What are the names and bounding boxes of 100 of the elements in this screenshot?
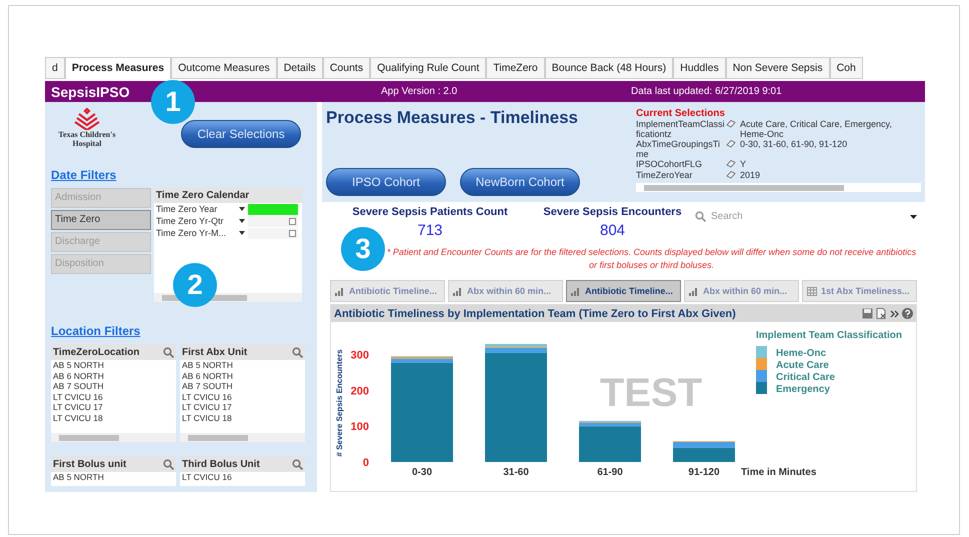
- legend-title: Implement Team Classification: [756, 330, 902, 341]
- tab[interactable]: Huddles: [673, 57, 726, 79]
- count-value: 713: [417, 222, 443, 239]
- selection-value: Y: [740, 159, 748, 170]
- logo-icon: [74, 108, 100, 130]
- cohort-button[interactable]: NewBorn Cohort: [460, 168, 580, 196]
- tab[interactable]: Bounce Back (48 Hours): [544, 57, 674, 79]
- category-label: 61-90: [597, 467, 623, 478]
- search-icon[interactable]: [292, 458, 303, 470]
- location-filters-link[interactable]: Location Filters: [51, 324, 311, 338]
- list-title: First Bolus unit: [53, 458, 126, 470]
- app-title: SepsisIPSO: [51, 84, 131, 100]
- clear-icon[interactable]: [876, 308, 887, 319]
- eraser-icon[interactable]: [726, 139, 736, 148]
- calendar-label: Time Zero Year: [155, 204, 218, 214]
- tick-label: 200: [350, 385, 369, 398]
- axis-title: Time in Minutes: [741, 467, 816, 478]
- chart-title: Antibiotic Timeliness by Implementation Team (Time Zero to First Abx Given): [334, 308, 736, 320]
- tab[interactable]: Outcome Measures: [171, 57, 277, 79]
- list-item[interactable]: LT CVICU 17: [180, 402, 305, 412]
- tab[interactable]: Coh: [830, 57, 863, 79]
- tab[interactable]: TimeZero: [486, 57, 545, 79]
- list-item[interactable]: AB 7 SOUTH: [51, 381, 176, 392]
- scrollbar[interactable]: [51, 433, 176, 442]
- tab[interactable]: Counts: [322, 57, 370, 79]
- legend-label: Critical Care: [776, 372, 835, 383]
- search-icon[interactable]: [292, 346, 303, 358]
- tick-label: 100: [350, 421, 369, 434]
- last-updated: Data last updated: 6/27/2019 9:01: [631, 86, 782, 97]
- tab[interactable]: d: [45, 57, 65, 79]
- list-title: First Abx Unit: [182, 346, 248, 358]
- help-icon[interactable]: [902, 308, 913, 319]
- note-text: * Patient and Encounter Counts are for the filtered selections. Counts displayed below will differ when some do not receive antibiotics or first boluses or third boluses.: [386, 246, 918, 272]
- calendar-title: Time Zero Calendar: [154, 188, 302, 204]
- selections-title: Current Selections: [636, 108, 726, 119]
- legend-label: Heme-Onc: [776, 348, 826, 359]
- list-item[interactable]: AB 5 NORTH: [51, 360, 176, 370]
- dropdown-icon[interactable]: [239, 219, 245, 224]
- filter-option[interactable]: Time Zero: [51, 210, 151, 230]
- bar-chart-icon: [335, 286, 345, 296]
- tick-label: 300: [350, 350, 369, 362]
- app-version: App Version : 2.0: [381, 86, 458, 97]
- bar-chart-icon: [689, 286, 699, 296]
- list-item[interactable]: LT CVICU 17: [51, 402, 176, 412]
- search-field[interactable]: Search: [709, 210, 907, 223]
- bar-chart-icon: [571, 286, 581, 296]
- dropdown-icon[interactable]: [239, 207, 245, 212]
- count-label: Severe Sepsis Encounters: [543, 206, 682, 218]
- chart-tab[interactable]: Antibiotic Timeline...: [566, 280, 681, 302]
- tab[interactable]: Details: [276, 57, 323, 79]
- selection-field: AbxTimeGroupingsTime: [636, 139, 726, 159]
- date-filters-link[interactable]: Date Filters: [51, 168, 311, 182]
- dropdown-icon[interactable]: [910, 214, 917, 218]
- search-icon[interactable]: [163, 458, 174, 470]
- list-title: TimeZeroLocation: [53, 346, 140, 358]
- search-icon[interactable]: [163, 346, 174, 358]
- list-item[interactable]: LT CVICU 16: [180, 392, 305, 402]
- list-item[interactable]: AB 7 SOUTH: [180, 381, 305, 392]
- checkbox-icon[interactable]: [289, 230, 296, 237]
- tick-label: 0: [362, 457, 369, 469]
- category-label: 91-120: [688, 467, 720, 478]
- scrollbar[interactable]: [636, 183, 921, 192]
- selection-field: TimeZeroYear: [636, 170, 726, 181]
- list-title: Third Bolus Unit: [182, 458, 260, 470]
- table-icon: [807, 286, 817, 296]
- category-label: 31-60: [503, 467, 529, 478]
- legend-label: Emergency: [776, 384, 830, 395]
- expand-icon[interactable]: [890, 310, 899, 318]
- list-item[interactable]: AB 6 NORTH: [51, 370, 176, 381]
- list-item[interactable]: LT CVICU 16: [180, 472, 305, 482]
- search-icon[interactable]: [695, 211, 706, 222]
- axis-title: # Severe Sepsis Encounters: [335, 349, 344, 457]
- eraser-icon[interactable]: [726, 119, 736, 128]
- logo-text: Texas Children's Hospital: [58, 130, 116, 148]
- clear-selections-button[interactable]: Clear Selections: [181, 120, 301, 148]
- bar-chart-icon: [453, 286, 463, 296]
- list-item[interactable]: LT CVICU 18: [51, 412, 176, 423]
- dropdown-icon[interactable]: [239, 231, 245, 236]
- step-badge: 3: [341, 227, 385, 271]
- selection-value: 2019: [740, 170, 762, 181]
- count-label: Severe Sepsis Patients Count: [352, 206, 508, 218]
- list-item[interactable]: LT CVICU 16: [51, 392, 176, 402]
- count-value: 804: [600, 222, 626, 239]
- tab[interactable]: Qualifying Rule Count: [370, 57, 486, 79]
- legend-label: Acute Care: [776, 360, 829, 371]
- list-item[interactable]: LT CVICU 18: [180, 412, 305, 423]
- tab[interactable]: Process Measures: [64, 57, 172, 79]
- selection-field: IPSOCohortFLG: [636, 159, 726, 170]
- cohort-button[interactable]: IPSO Cohort: [326, 168, 446, 196]
- list-item[interactable]: AB 5 NORTH: [180, 360, 305, 370]
- list-item[interactable]: AB 6 NORTH: [180, 370, 305, 381]
- scrollbar[interactable]: [180, 433, 305, 442]
- calendar-label: Time Zero Yr-M...: [155, 228, 228, 238]
- page-title: Process Measures - Timeliness: [326, 108, 579, 128]
- list-item[interactable]: AB 5 NORTH: [51, 472, 176, 482]
- tab[interactable]: Non Severe Sepsis: [726, 57, 830, 79]
- category-label: 0-30: [412, 467, 432, 478]
- checkbox-icon[interactable]: [289, 218, 296, 225]
- save-icon[interactable]: [862, 308, 873, 319]
- selection-value: 0-30, 31-60, 61-90, 91-120: [740, 139, 848, 151]
